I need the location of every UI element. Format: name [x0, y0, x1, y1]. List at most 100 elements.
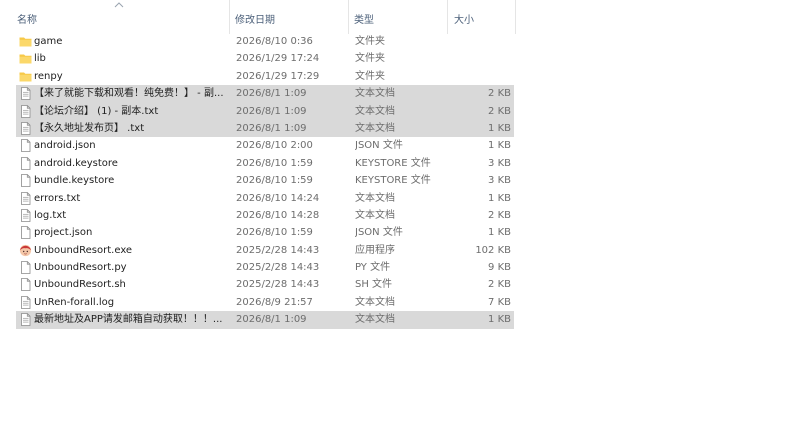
text-file-icon — [19, 295, 32, 309]
file-row[interactable]: android.keystore 2026/8/10 1:59 KEYSTORE 文… — [0, 155, 516, 172]
file-row[interactable]: 【来了就能下载和观看！纯免费！】 - 副... 2026/8/1 1:09 文本文档… — [0, 85, 516, 103]
file-date: 2026/8/10 0:36 — [236, 36, 313, 47]
file-type: 文件夹 — [355, 36, 385, 47]
file-size: 102 KB — [475, 244, 511, 256]
file-row[interactable]: 【永久地址发布页】 .txt 2026/8/1 1:09 文本文档 1 KB — [0, 119, 516, 138]
file-row[interactable]: errors.txt 2026/8/10 14:24 文本文档 1 KB — [0, 190, 516, 207]
file-icon — [19, 156, 32, 170]
file-name: UnboundResort.py — [34, 262, 127, 274]
file-name: 【论坛介绍】 (1) - 副本.txt — [34, 105, 159, 117]
file-date: 2026/8/1 1:09 — [236, 314, 307, 326]
file-type: 应用程序 — [355, 244, 395, 256]
file-name: errors.txt — [34, 192, 81, 204]
file-row[interactable]: UnboundResort.exe 2025/2/28 14:43 应用程序 102 … — [0, 242, 516, 259]
file-type: JSON 文件 — [355, 140, 403, 152]
file-size: 2 KB — [488, 279, 511, 291]
file-date: 2026/8/10 1:59 — [236, 175, 313, 187]
file-date: 2026/8/9 21:57 — [236, 296, 313, 308]
file-name: UnRen-forall.log — [34, 296, 115, 308]
file-size: 3 KB — [488, 157, 511, 169]
file-name: android.keystore — [34, 157, 118, 169]
file-date: 2026/8/1 1:09 — [236, 122, 307, 134]
file-row[interactable]: lib 2026/1/29 17:24 文件夹 — [0, 50, 516, 67]
folder-icon — [19, 70, 32, 83]
date-column-label: 修改日期 — [235, 15, 275, 26]
file-icon — [19, 139, 32, 153]
text-file-icon — [19, 104, 32, 118]
text-file-icon — [19, 191, 32, 205]
file-date: 2026/8/10 2:00 — [236, 140, 313, 152]
file-name: log.txt — [34, 209, 67, 221]
file-name: 【永久地址发布页】 .txt — [34, 122, 145, 134]
file-type: 文本文档 — [355, 296, 395, 308]
app-icon — [19, 244, 32, 257]
name-column-label: 名称 — [17, 15, 37, 26]
file-type: SH 文件 — [355, 279, 393, 291]
file-row[interactable]: game 2026/8/10 0:36 文件夹 — [0, 33, 516, 50]
column-header-bar: 名称 修改日期 类型 大小 — [0, 0, 516, 34]
file-type: 文本文档 — [355, 209, 395, 221]
file-row[interactable]: 【论坛介绍】 (1) - 副本.txt 2026/8/1 1:09 文本文档 2 KB — [0, 102, 516, 120]
file-size: 9 KB — [488, 262, 511, 274]
file-size: 3 KB — [488, 175, 511, 187]
file-name: bundle.keystore — [34, 175, 115, 187]
file-name: android.json — [34, 140, 96, 152]
file-row[interactable]: 最新地址及APP请发邮箱自动获取！！！... 2026/8/1 1:09 文本文档 1… — [0, 311, 516, 329]
file-name: UnboundResort.exe — [34, 244, 133, 256]
file-name: renpy — [34, 70, 63, 82]
file-icon — [19, 226, 32, 240]
file-name: lib — [34, 53, 46, 65]
file-row[interactable]: UnboundResort.sh 2025/2/28 14:43 SH 文件 2 KB — [0, 276, 516, 293]
file-type: 文本文档 — [355, 105, 395, 117]
file-size: 1 KB — [488, 227, 511, 239]
file-list: game 2026/8/10 0:36 文件夹 lib 2026/1/29 17:24 文… — [0, 33, 516, 329]
file-icon — [19, 174, 32, 188]
file-row[interactable]: bundle.keystore 2026/8/10 1:59 KEYSTORE 文件… — [0, 172, 516, 189]
file-date: 2025/2/28 14:43 — [236, 244, 320, 256]
file-name: project.json — [34, 227, 93, 239]
file-row[interactable]: android.json 2026/8/10 2:00 JSON 文件 1 KB — [0, 137, 516, 154]
text-file-icon — [19, 122, 32, 135]
file-row[interactable]: log.txt 2026/8/10 14:28 文本文档 2 KB — [0, 207, 516, 224]
file-row[interactable]: project.json 2026/8/10 1:59 JSON 文件 1 KB — [0, 224, 516, 241]
file-size: 1 KB — [488, 192, 511, 204]
file-row[interactable]: renpy 2026/1/29 17:29 文件夹 — [0, 68, 516, 85]
file-type: KEYSTORE 文件 — [355, 157, 431, 169]
file-name: game — [34, 36, 63, 47]
file-date: 2026/8/10 1:59 — [236, 157, 313, 169]
file-icon — [19, 278, 32, 292]
type-column-header[interactable]: 类型 — [349, 0, 448, 34]
text-file-icon — [19, 313, 32, 327]
folder-icon — [19, 35, 32, 48]
file-date: 2026/1/29 17:29 — [236, 70, 320, 82]
file-size: 1 KB — [488, 314, 511, 326]
file-size: 2 KB — [488, 209, 511, 221]
file-name: UnboundResort.sh — [34, 279, 126, 291]
file-type: 文本文档 — [355, 192, 395, 204]
text-file-icon — [19, 209, 32, 222]
file-name: 最新地址及APP请发邮箱自动获取！！！... — [34, 314, 223, 326]
file-date: 2025/2/28 14:43 — [236, 279, 320, 291]
file-size: 1 KB — [488, 122, 511, 134]
file-type: KEYSTORE 文件 — [355, 175, 431, 187]
date-column-header[interactable]: 修改日期 — [230, 0, 349, 34]
file-size: 2 KB — [488, 105, 511, 117]
file-type: 文件夹 — [355, 70, 385, 82]
sort-ascending-icon — [114, 2, 124, 8]
file-type: 文本文档 — [355, 314, 395, 326]
file-name: 【来了就能下载和观看！纯免费！】 - 副... — [34, 88, 224, 100]
file-type: 文本文档 — [355, 88, 395, 100]
file-row[interactable]: UnboundResort.py 2025/2/28 14:43 PY 文件 9 KB — [0, 259, 516, 276]
size-column-header[interactable]: 大小 — [448, 0, 516, 34]
file-type: PY 文件 — [355, 262, 391, 274]
text-file-icon — [19, 87, 32, 101]
name-column-header[interactable]: 名称 — [0, 0, 230, 34]
file-type: 文本文档 — [355, 122, 395, 134]
file-date: 2026/1/29 17:24 — [236, 53, 320, 65]
file-size: 1 KB — [488, 140, 511, 152]
file-date: 2026/8/10 14:24 — [236, 192, 320, 204]
size-column-label: 大小 — [454, 15, 474, 26]
file-date: 2025/2/28 14:43 — [236, 262, 320, 274]
file-date: 2026/8/1 1:09 — [236, 105, 307, 117]
file-row[interactable]: UnRen-forall.log 2026/8/9 21:57 文本文档 7 KB — [0, 294, 516, 311]
